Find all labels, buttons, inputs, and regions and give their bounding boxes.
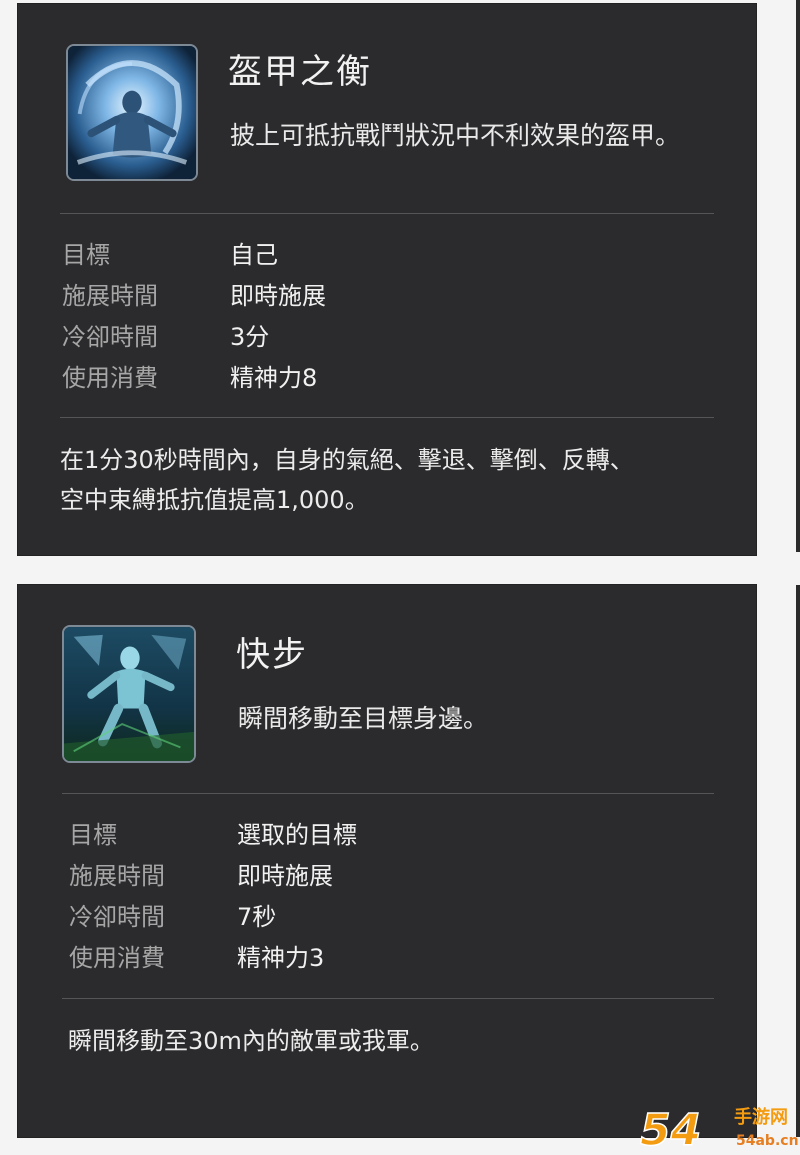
stat-value: 精神力3 [237, 944, 325, 972]
stat-label: 目標 [69, 821, 117, 849]
skill-name: 快步 [236, 635, 308, 675]
skill-detail-line: 空中束縛抵抗值提高1,000。 [60, 486, 369, 514]
edge-line-bottom [796, 585, 800, 1137]
skill-detail: 瞬間移動至30m內的敵軍或我軍。 [68, 1021, 728, 1061]
watermark-domain: 手游网 [734, 1106, 788, 1128]
skill-detail-line: 瞬間移動至30m內的敵軍或我軍。 [68, 1027, 434, 1055]
stat-label: 使用消費 [62, 364, 158, 392]
stat-value: 7秒 [237, 903, 277, 931]
edge-line-top [796, 0, 800, 552]
stat-row-cooldown: 冷卻時間 7秒 [69, 900, 669, 934]
stat-row-cooldown: 冷卻時間 3分 [62, 320, 662, 354]
watermark-url: 54ab.cn [736, 1133, 798, 1149]
skill-description: 瞬間移動至目標身邊。 [238, 704, 489, 733]
site-watermark-logo: 54 手游网 54ab.cn [638, 1101, 798, 1153]
skill-detail: 在1分30秒時間內，自身的氣絕、擊退、擊倒、反轉、 空中束縛抵抗值提高1,000… [60, 440, 720, 520]
teleport-step-icon [62, 625, 196, 763]
stat-label: 施展時間 [62, 282, 158, 310]
stat-row-cast-time: 施展時間 即時施展 [69, 859, 669, 893]
skill-name: 盔甲之衡 [228, 52, 372, 92]
stat-row-target: 目標 自己 [62, 238, 662, 272]
armor-aura-icon-graphic [68, 46, 196, 179]
skill-detail-line: 在1分30秒時間內，自身的氣絕、擊退、擊倒、反轉、 [60, 446, 634, 474]
stat-value: 自己 [230, 241, 278, 269]
stat-value: 即時施展 [230, 282, 326, 310]
stat-label: 冷卻時間 [62, 323, 158, 351]
stat-label: 目標 [62, 241, 110, 269]
skill-description: 披上可抵抗戰鬥狀況中不利效果的盔甲。 [230, 121, 681, 150]
stat-value: 3分 [230, 323, 270, 351]
divider [60, 417, 714, 418]
stat-label: 施展時間 [69, 862, 165, 890]
armor-aura-icon [66, 44, 198, 181]
teleport-step-icon-graphic [64, 627, 194, 761]
watermark-graphic: 54 手游网 54ab.cn [639, 1104, 798, 1153]
stat-value: 即時施展 [237, 862, 333, 890]
watermark-number: 54 [640, 1105, 701, 1153]
stat-row-cost: 使用消費 精神力3 [69, 941, 669, 975]
stat-row-cost: 使用消費 精神力8 [62, 361, 662, 395]
stat-row-cast-time: 施展時間 即時施展 [62, 279, 662, 313]
stat-label: 使用消費 [69, 944, 165, 972]
divider [62, 793, 714, 794]
stat-value: 精神力8 [230, 364, 318, 392]
divider [62, 998, 714, 999]
stat-value: 選取的目標 [237, 821, 357, 849]
skill-card-quickstep: 快步 瞬間移動至目標身邊。 目標 選取的目標 施展時間 即時施展 冷卻時間 7秒… [18, 585, 756, 1137]
stat-label: 冷卻時間 [69, 903, 165, 931]
divider [60, 213, 714, 214]
skill-card-armor: 盔甲之衡 披上可抵抗戰鬥狀況中不利效果的盔甲。 目標 自己 施展時間 即時施展 … [18, 4, 756, 555]
stat-row-target: 目標 選取的目標 [69, 818, 669, 852]
